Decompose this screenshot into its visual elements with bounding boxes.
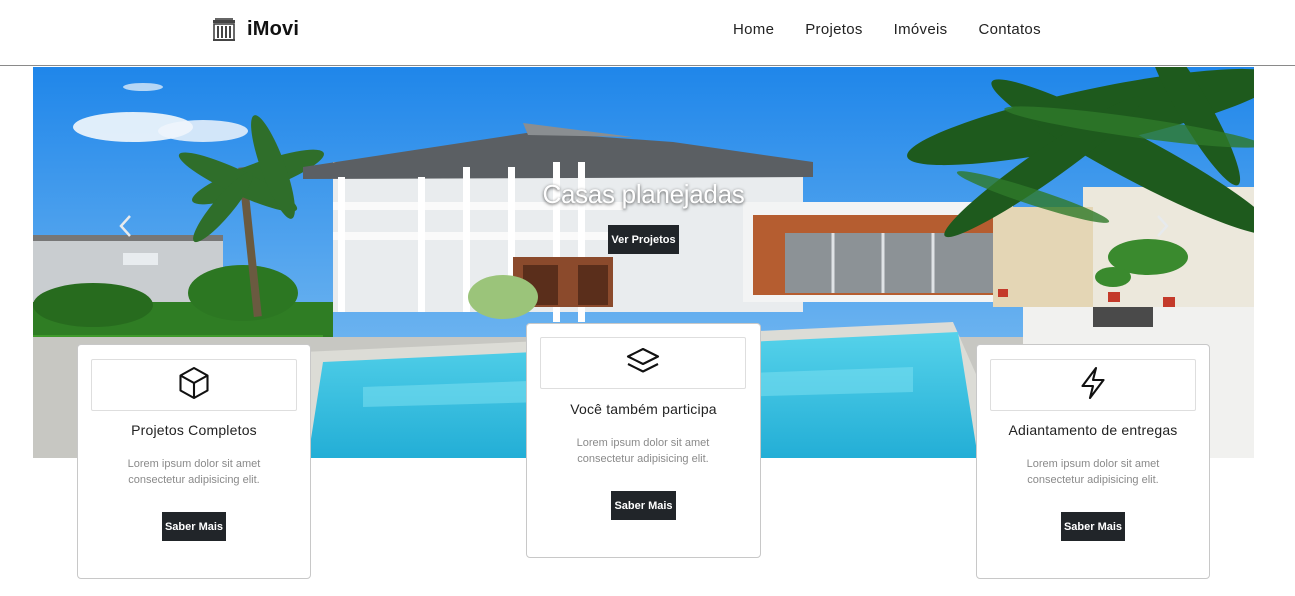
saber-mais-button[interactable]: Saber Mais bbox=[611, 491, 676, 520]
card-text: Lorem ipsum dolor sit amet consectetur a… bbox=[576, 437, 710, 465]
saber-mais-button[interactable]: Saber Mais bbox=[1061, 512, 1125, 541]
nav-imoveis[interactable]: Imóveis bbox=[894, 21, 948, 38]
chevron-left-icon[interactable] bbox=[115, 213, 137, 239]
feature-card-projetos: Projetos Completos Lorem ipsum dolor sit… bbox=[77, 344, 311, 579]
card-icon-box bbox=[91, 359, 297, 411]
card-text: Lorem ipsum dolor sit amet consectetur a… bbox=[127, 458, 261, 486]
navbar: iMovi Home Projetos Imóveis Contatos bbox=[0, 0, 1295, 66]
saber-mais-button[interactable]: Saber Mais bbox=[162, 512, 226, 541]
card-icon-box bbox=[990, 359, 1196, 411]
nav-home[interactable]: Home bbox=[733, 21, 774, 38]
brand-name: iMovi bbox=[247, 17, 300, 40]
layers-icon bbox=[625, 346, 661, 381]
brand-link[interactable]: iMovi bbox=[211, 16, 299, 42]
feature-card-entregas: Adiantamento de entregas Lorem ipsum dol… bbox=[976, 344, 1210, 579]
feature-card-participa: Você também participa Lorem ipsum dolor … bbox=[526, 323, 761, 558]
card-title: Você também participa bbox=[570, 401, 717, 417]
chevron-right-icon[interactable] bbox=[1151, 213, 1173, 239]
card-title: Projetos Completos bbox=[131, 422, 257, 438]
hero-caption: Casas planejadas bbox=[542, 179, 745, 209]
card-text: Lorem ipsum dolor sit amet consectetur a… bbox=[1026, 458, 1160, 486]
nav-projetos[interactable]: Projetos bbox=[805, 21, 862, 38]
ver-projetos-button[interactable]: Ver Projetos bbox=[608, 225, 679, 254]
card-title: Adiantamento de entregas bbox=[1008, 422, 1178, 438]
main-nav: Home Projetos Imóveis Contatos bbox=[733, 21, 1072, 38]
box-icon bbox=[176, 365, 212, 406]
lightning-icon bbox=[1078, 365, 1108, 406]
nav-contatos[interactable]: Contatos bbox=[978, 21, 1040, 38]
building-icon bbox=[211, 16, 237, 42]
card-icon-box bbox=[540, 337, 746, 389]
